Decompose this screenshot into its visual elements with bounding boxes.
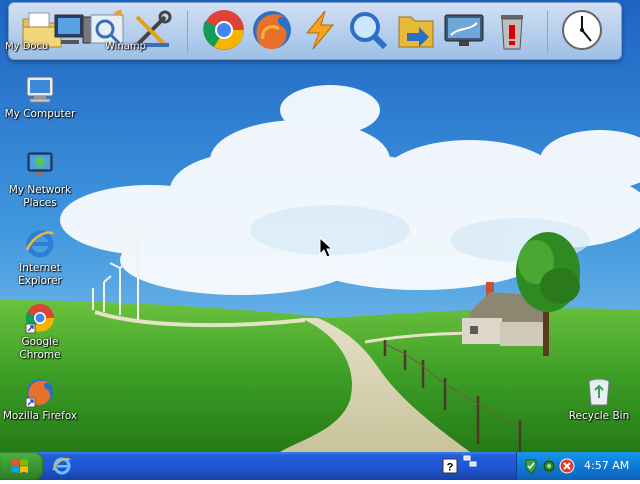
desktop-icon-mozilla-firefox[interactable]: Mozilla Firefox	[0, 376, 80, 423]
windows-logo-icon	[11, 459, 28, 473]
green-shield-icon[interactable]	[523, 458, 539, 474]
desktop-icon-recycle-bin[interactable]: Recycle Bin	[559, 376, 639, 423]
svg-text:?: ?	[447, 462, 454, 474]
desktop-icon-label: My Computer	[4, 108, 76, 120]
taskbar-clock[interactable]: 4:57 AM	[584, 459, 629, 472]
application-dock: My Docu Winamp	[5, 2, 622, 60]
network-places-icon	[26, 152, 54, 179]
trash-icon[interactable]	[489, 7, 535, 53]
computer-icon	[26, 76, 54, 103]
chrome-icon	[25, 304, 54, 334]
desktop-icon-my-computer[interactable]: My Computer	[0, 74, 80, 121]
help-icon[interactable]: ?	[442, 458, 458, 474]
monitor-icon[interactable]	[441, 7, 487, 53]
dock-label-winamp: Winamp	[105, 41, 147, 52]
chrome-icon[interactable]	[201, 7, 247, 53]
start-button[interactable]	[0, 452, 44, 480]
desktop-icon-label: Internet Explorer	[18, 262, 62, 287]
desktop-icon-my-network-places[interactable]: My Network Places	[0, 150, 80, 210]
firefox-icon	[25, 379, 53, 408]
clock-icon[interactable]	[559, 7, 605, 53]
dock-separator	[187, 11, 188, 53]
desktop-icon-label: My Network Places	[8, 184, 72, 209]
dock-label-my-documents: My Docu	[5, 41, 49, 52]
firefox-icon[interactable]	[249, 7, 295, 53]
desktop-icon-internet-explorer[interactable]: Internet Explorer	[0, 228, 80, 288]
taskbar: ? 4:57 AM	[0, 452, 640, 480]
desktop-icon-google-chrome[interactable]: Google Chrome	[0, 302, 80, 362]
desktop-icon-label: Mozilla Firefox	[2, 410, 78, 422]
desktop[interactable]: My Docu Winamp My Computer My Network Pl…	[0, 0, 640, 452]
recycle-bin-icon	[588, 378, 610, 406]
quick-launch-internet-explorer[interactable]	[52, 456, 72, 476]
red-x-icon[interactable]	[559, 458, 575, 474]
lightning-icon[interactable]	[297, 7, 343, 53]
desktop-icon-label: Recycle Bin	[568, 410, 630, 422]
internet-explorer-icon	[25, 230, 54, 258]
gear-icon[interactable]	[541, 458, 557, 474]
dock-separator	[547, 11, 548, 53]
folder-arrow-icon[interactable]	[393, 7, 439, 53]
magnifier-icon[interactable]	[345, 7, 391, 53]
desktop-icon-label: Google Chrome	[19, 336, 61, 361]
wallpaper	[0, 0, 640, 452]
network-icon[interactable]	[462, 454, 478, 470]
internet-explorer-icon	[52, 457, 71, 475]
